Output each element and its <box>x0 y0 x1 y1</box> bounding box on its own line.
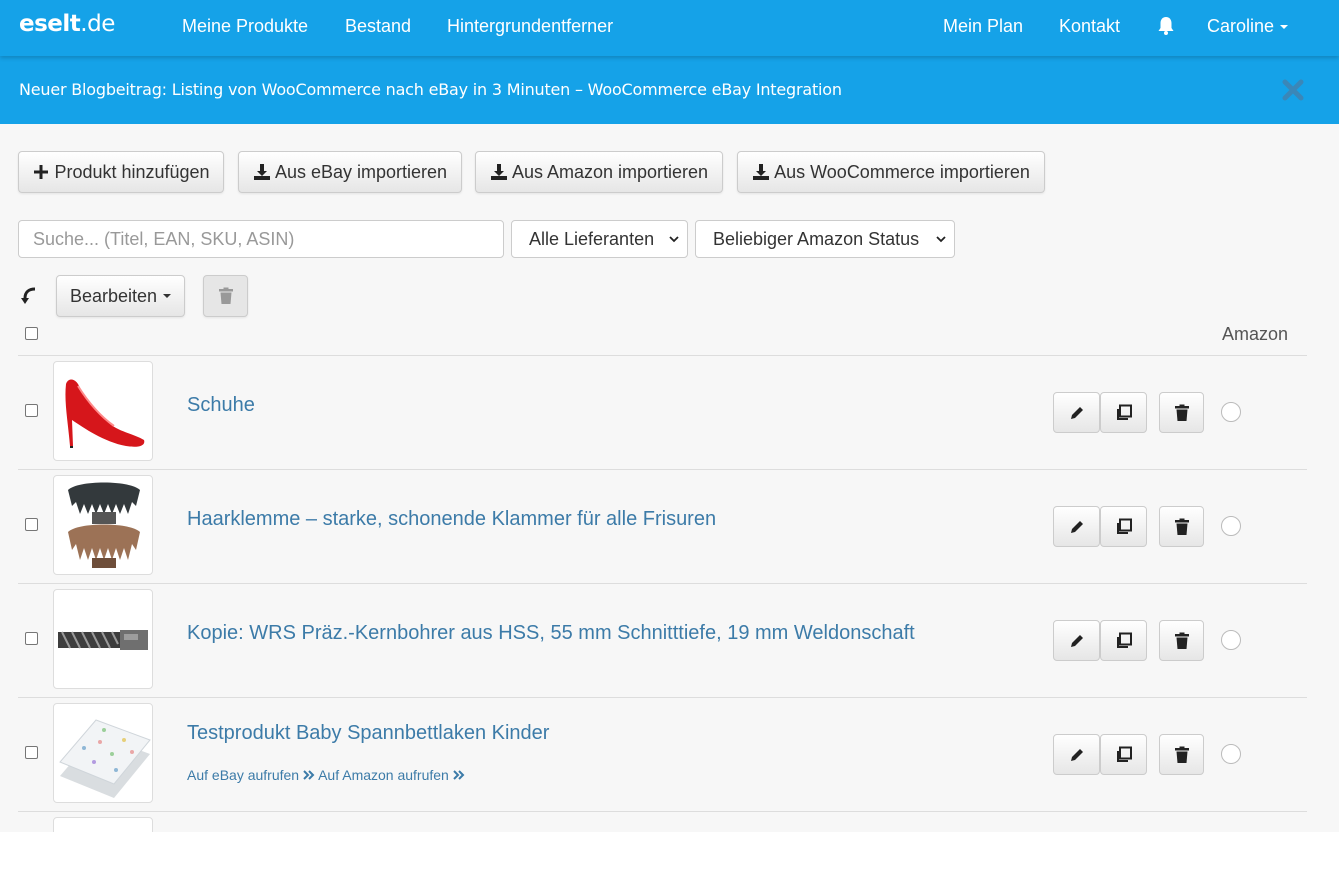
edit-button[interactable] <box>1053 620 1100 661</box>
nav-meine-produkte[interactable]: Meine Produkte <box>182 16 308 37</box>
delete-button[interactable] <box>1159 620 1204 661</box>
import-amazon-label: Aus Amazon importieren <box>511 161 709 182</box>
trash-icon <box>1174 518 1189 535</box>
amazon-status-select[interactable]: Beliebiger Amazon Status <box>695 220 955 258</box>
import-ebay-label: Aus eBay importieren <box>274 161 448 182</box>
product-links: Auf eBay aufrufen Auf Amazon aufrufen <box>187 767 465 783</box>
edit-button[interactable] <box>1053 506 1100 547</box>
table-divider <box>18 811 1307 812</box>
nav-bestand[interactable]: Bestand <box>345 16 411 37</box>
plus-icon <box>34 165 49 179</box>
trash-icon <box>1174 746 1189 763</box>
amazon-status-radio[interactable] <box>1221 630 1241 650</box>
search-input[interactable]: Suche... (Titel, EAN, SKU, ASIN) <box>18 220 504 258</box>
supplier-value: Alle Lieferanten <box>529 228 655 249</box>
shoe-image <box>65 379 145 448</box>
import-ebay-button[interactable]: Aus eBay importieren <box>238 151 462 193</box>
announcement-text[interactable]: Neuer Blogbeitrag: Listing von WooCommer… <box>19 80 842 99</box>
brand-logo[interactable]: eselt.de <box>19 11 115 37</box>
duplicate-button[interactable] <box>1100 620 1147 661</box>
delete-button[interactable] <box>1159 506 1204 547</box>
delete-button[interactable] <box>1159 392 1204 433</box>
bulk-delete-button[interactable] <box>203 275 248 317</box>
copy-icon <box>1116 632 1132 648</box>
product-title[interactable]: Schuhe <box>187 394 255 417</box>
amazon-column-header: Amazon <box>1222 324 1289 344</box>
pencil-icon <box>1070 634 1083 647</box>
hair-clip-image <box>68 482 140 568</box>
table-divider <box>18 697 1307 698</box>
delete-button[interactable] <box>1159 734 1204 775</box>
main-content: Produkt hinzufügen Aus eBay importieren … <box>0 124 1339 832</box>
close-icon[interactable] <box>1281 78 1305 102</box>
copy-icon <box>1116 746 1132 762</box>
user-menu[interactable]: Caroline <box>1207 16 1289 37</box>
drill-bit-image <box>58 630 148 650</box>
double-chevron-right-icon <box>453 770 465 780</box>
top-navbar: eselt.de Meine Produkte Bestand Hintergr… <box>0 0 1339 56</box>
edit-button[interactable] <box>1053 734 1100 775</box>
table-divider <box>18 355 1307 356</box>
download-icon <box>253 164 270 180</box>
product-title[interactable]: Kopie: WRS Präz.-Kernbohrer aus HSS, 55 … <box>187 622 915 645</box>
undo-arrow-icon[interactable] <box>20 286 38 306</box>
trash-icon <box>1174 632 1189 649</box>
trash-icon <box>218 287 233 304</box>
announcement-bar: Neuer Blogbeitrag: Listing von WooCommer… <box>0 56 1339 124</box>
search-placeholder: Suche... (Titel, EAN, SKU, ASIN) <box>33 228 295 249</box>
user-name: Caroline <box>1207 16 1275 36</box>
nav-mein-plan[interactable]: Mein Plan <box>943 16 1023 37</box>
pencil-icon <box>1070 406 1083 419</box>
product-title[interactable]: Testprodukt Baby Spannbettlaken Kinder <box>187 722 549 745</box>
product-thumbnail[interactable] <box>53 361 153 461</box>
amazon-status-radio[interactable] <box>1221 402 1241 422</box>
double-chevron-right-icon <box>303 770 315 780</box>
chevron-down-icon <box>1280 25 1289 30</box>
pencil-icon <box>1070 520 1083 533</box>
nav-hintergrundentferner[interactable]: Hintergrundentferner <box>447 16 613 37</box>
amazon-status-radio[interactable] <box>1221 744 1241 764</box>
product-title[interactable]: Haarklemme – starke, schonende Klammer f… <box>187 508 716 531</box>
import-amazon-button[interactable]: Aus Amazon importieren <box>475 151 723 193</box>
table-divider <box>18 583 1307 584</box>
bulk-edit-label: Bearbeiten <box>69 285 158 306</box>
duplicate-button[interactable] <box>1100 392 1147 433</box>
bell-icon[interactable] <box>1157 16 1175 36</box>
import-woocommerce-label: Aus WooCommerce importieren <box>774 161 1030 182</box>
amazon-status-value: Beliebiger Amazon Status <box>713 228 920 249</box>
trash-icon <box>1174 404 1189 421</box>
copy-icon <box>1116 518 1132 534</box>
supplier-select[interactable]: Alle Lieferanten <box>511 220 688 258</box>
import-woocommerce-button[interactable]: Aus WooCommerce importieren <box>737 151 1045 193</box>
chevron-down-icon <box>163 294 172 298</box>
amazon-status-radio[interactable] <box>1221 516 1241 536</box>
select-all-checkbox[interactable] <box>25 327 38 340</box>
row-checkbox[interactable] <box>25 518 38 531</box>
table-divider <box>18 469 1307 470</box>
add-product-button[interactable]: Produkt hinzufügen <box>18 151 224 193</box>
row-checkbox[interactable] <box>25 404 38 417</box>
chevron-down-icon <box>669 236 679 243</box>
product-thumbnail[interactable] <box>53 703 153 803</box>
view-on-amazon-link[interactable]: Auf Amazon aufrufen <box>318 767 449 783</box>
product-thumbnail[interactable] <box>53 475 153 575</box>
duplicate-button[interactable] <box>1100 506 1147 547</box>
nav-kontakt[interactable]: Kontakt <box>1059 16 1120 37</box>
add-product-label: Produkt hinzufügen <box>54 161 210 182</box>
duplicate-button[interactable] <box>1100 734 1147 775</box>
download-icon <box>490 164 507 180</box>
bulk-edit-button[interactable]: Bearbeiten <box>56 275 185 317</box>
edit-button[interactable] <box>1053 392 1100 433</box>
product-thumbnail[interactable] <box>53 817 153 832</box>
pencil-icon <box>1070 748 1083 761</box>
chevron-down-icon <box>936 236 946 243</box>
row-checkbox[interactable] <box>25 746 38 759</box>
row-checkbox[interactable] <box>25 632 38 645</box>
product-thumbnail[interactable] <box>53 589 153 689</box>
copy-icon <box>1116 404 1132 420</box>
view-on-ebay-link[interactable]: Auf eBay aufrufen <box>187 767 299 783</box>
download-icon <box>753 164 770 180</box>
fitted-sheet-image <box>59 719 151 798</box>
